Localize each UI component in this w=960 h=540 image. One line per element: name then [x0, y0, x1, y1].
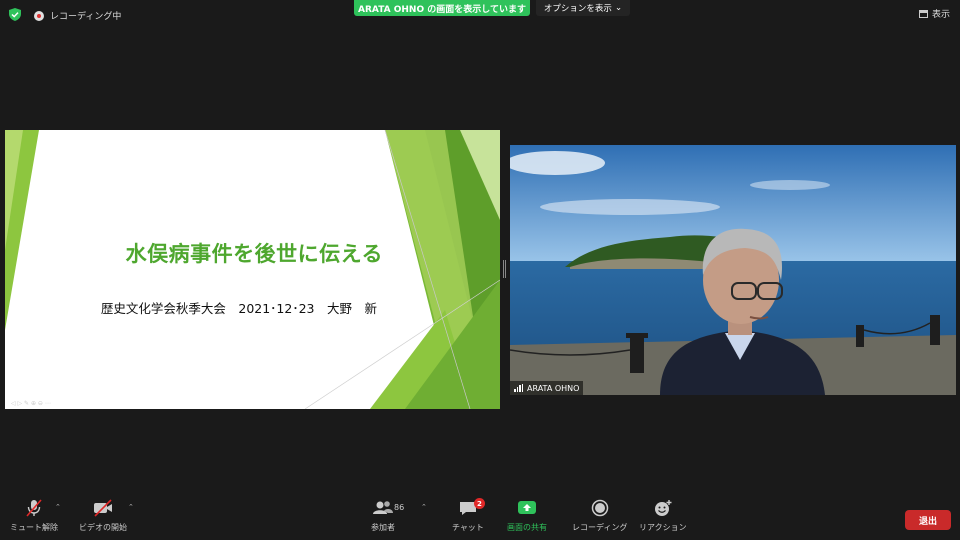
recording-icon [34, 10, 44, 21]
slide-toolbar-icons: ◁ ▷ ✎ ⊕ ⊖ ⋯ [11, 400, 51, 407]
chevron-down-icon: ⌄ [614, 3, 623, 13]
view-button[interactable]: 表示 [918, 7, 950, 20]
screen-share-banner: ARATA OHNO の画面を表示しています [354, 0, 530, 16]
video-feed-image [510, 145, 956, 395]
chevron-up-icon[interactable]: ⌃ [55, 503, 61, 511]
shield-icon[interactable] [9, 8, 21, 21]
slide-subtitle: 歴史文化学会秋季大会 2021･12･23 大野 新 [100, 301, 377, 316]
slide-title: 水俣病事件を後世に伝える [125, 242, 383, 266]
smiley-plus-icon [654, 500, 672, 516]
recording-label: レコーディング中 [50, 12, 122, 22]
chevron-up-icon[interactable]: ⌃ [421, 503, 427, 511]
share-screen-label: 画面の共有 [507, 523, 547, 532]
chat-label: チャット [452, 523, 484, 532]
reactions-button[interactable]: リアクション [639, 495, 687, 533]
participant-video[interactable]: ARATA OHNO [510, 145, 956, 395]
share-screen-button[interactable]: 画面の共有 [507, 495, 547, 533]
panel-resize-handle[interactable] [503, 260, 506, 278]
meeting-toolbar: ミュート解除 ⌃ ビデオの開始 ⌃ 86 参加者 ⌃ 2 チャット 画面の共有 … [0, 495, 960, 540]
record-icon [591, 499, 608, 517]
recording-indicator[interactable]: レコーディング中 [34, 9, 121, 22]
view-options-label: オプションを表示 [543, 4, 612, 14]
view-options-button[interactable]: オプションを表示 ⌄ [536, 0, 630, 16]
signal-strength-icon [514, 384, 523, 392]
chat-button[interactable]: 2 チャット [452, 495, 485, 533]
slide-background-graphic [5, 130, 500, 409]
participants-count: 86 [394, 503, 405, 512]
participant-name-tag: ARATA OHNO [510, 381, 584, 395]
leave-meeting-button[interactable]: 退出 [905, 510, 951, 530]
record-button[interactable]: レコーディング [572, 495, 627, 533]
microphone-muted-icon [26, 499, 42, 517]
record-label: レコーディング [572, 523, 628, 532]
start-video-button[interactable]: ビデオの開始 [79, 495, 127, 533]
share-screen-icon [518, 501, 536, 514]
participant-name: ARATA OHNO [527, 383, 580, 393]
participants-button[interactable]: 86 参加者 [371, 495, 404, 533]
mute-label: ミュート解除 [10, 523, 58, 532]
participants-icon [373, 501, 393, 514]
chat-unread-badge: 2 [473, 498, 485, 509]
top-bar: レコーディング中 ARATA OHNO の画面を表示しています オプションを表示… [0, 0, 960, 28]
view-layout-icon [918, 9, 928, 18]
shared-screen-slide: 水俣病事件を後世に伝える 歴史文化学会秋季大会 2021･12･23 大野 新 … [5, 130, 500, 409]
mute-button[interactable]: ミュート解除 [10, 495, 58, 533]
start-video-label: ビデオの開始 [79, 523, 127, 532]
participants-label: 参加者 [371, 523, 395, 532]
reactions-label: リアクション [639, 523, 687, 532]
video-camera-off-icon [94, 499, 112, 517]
chevron-up-icon[interactable]: ⌃ [128, 503, 134, 511]
view-label: 表示 [931, 10, 950, 20]
